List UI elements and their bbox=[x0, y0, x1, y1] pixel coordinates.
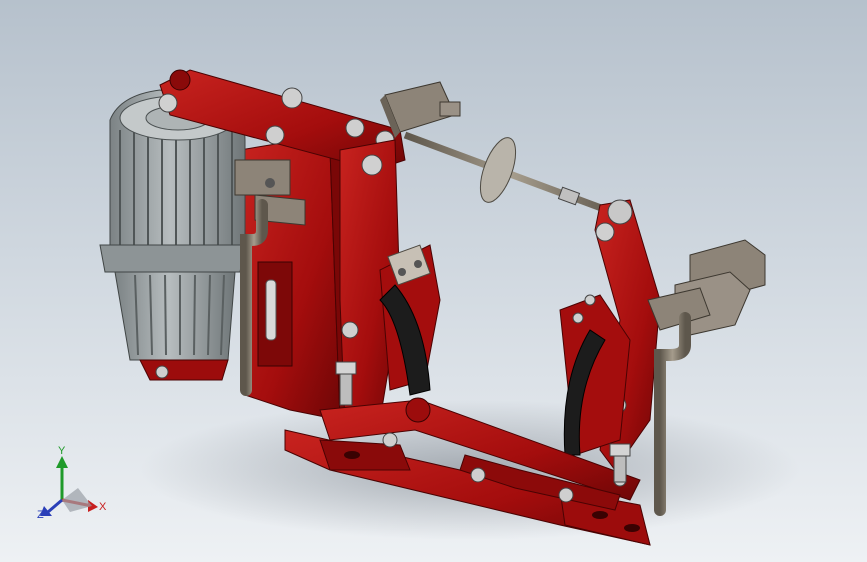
coordinate-triad: Y X Z bbox=[37, 445, 107, 521]
brake-assembly-model[interactable]: Y X Z bbox=[0, 0, 867, 562]
z-axis-line bbox=[47, 498, 63, 514]
left-brake-shoe[interactable] bbox=[379, 244, 441, 396]
x-axis-label: X bbox=[99, 501, 107, 513]
cad-viewport[interactable]: Y X Z bbox=[0, 0, 867, 562]
z-axis-label: Z bbox=[37, 509, 44, 521]
y-axis-arrow-icon bbox=[56, 456, 68, 468]
limit-switch-box[interactable] bbox=[380, 81, 461, 138]
thruster-motor[interactable] bbox=[99, 89, 246, 381]
y-axis-label: Y bbox=[58, 445, 66, 457]
tie-rod[interactable] bbox=[403, 131, 622, 219]
